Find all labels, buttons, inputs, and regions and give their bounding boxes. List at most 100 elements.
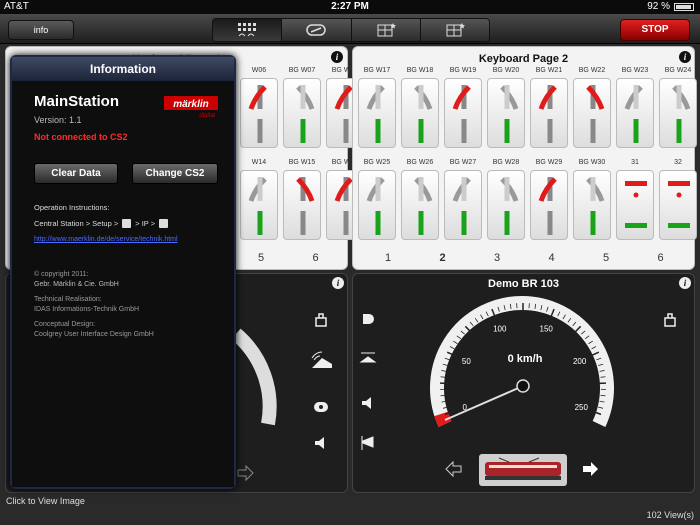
layout-edit-view-button[interactable] (420, 19, 489, 41)
crane-icon[interactable] (310, 350, 334, 370)
keyboard-key-label: BG W19 (449, 67, 477, 74)
arrow-left-icon[interactable] (445, 460, 463, 478)
toolbar: info STOP (0, 14, 700, 44)
turnout-key[interactable] (530, 170, 568, 240)
technical-company: IDAS Informations-Technik GmbH (34, 306, 140, 313)
keyboard-key-label: BG W27 (449, 159, 477, 166)
technical-label: Technical Realisation: (34, 296, 102, 303)
turnout-key[interactable] (487, 78, 525, 148)
speed-tick-label: 50 (462, 357, 471, 366)
keyboard-page-number[interactable]: 4 (527, 252, 577, 264)
keyboard-page-number[interactable]: 6 (636, 252, 686, 264)
speed-readout: 0 km/h (508, 353, 543, 365)
locomotive-panel-right: Demo BR 103 i 0 50 100 150 200 250 0 km/h (352, 273, 695, 493)
info-button[interactable]: info (8, 20, 74, 40)
copyright-company: Gebr. Märklin & Cie. GmbH (34, 281, 119, 288)
help-icon (159, 219, 169, 228)
turnout-key[interactable] (659, 78, 697, 148)
weight-icon[interactable] (661, 310, 679, 328)
app-name: MainStation (34, 93, 119, 110)
keyboard-key-label: BG W17 (363, 67, 391, 74)
app-version: Version: 1.1 (34, 115, 82, 125)
locomotive-image[interactable] (479, 454, 567, 486)
keyboard-page-number[interactable]: 5 (236, 252, 286, 264)
instructions-path-start: Central Station > Setup > (34, 219, 119, 228)
headlight-icon[interactable] (359, 310, 377, 328)
turnout-key[interactable] (283, 170, 321, 240)
keyboard-page-number[interactable]: 6 (291, 252, 341, 264)
turnout-key[interactable] (283, 78, 321, 148)
click-to-view-link[interactable]: Click to View Image (6, 496, 85, 506)
locomotive-icon (306, 24, 327, 36)
speed-tick-label: 150 (540, 325, 554, 334)
turnout-key[interactable] (573, 170, 611, 240)
connection-status: Not connected to CS2 (34, 132, 128, 142)
layout-star-icon (446, 23, 465, 37)
speed-tick (440, 376, 446, 378)
copyright-label: © copyright 2011: (34, 271, 89, 278)
turnout-key[interactable] (659, 170, 697, 240)
turnout-key[interactable] (401, 170, 439, 240)
turnout-key[interactable] (487, 170, 525, 240)
layout-view-button[interactable] (351, 19, 421, 41)
marklin-logo-icon: märklin digital (164, 96, 218, 119)
coupler-icon[interactable] (312, 398, 330, 416)
info-icon[interactable]: i (679, 51, 691, 63)
turnout-key[interactable] (358, 78, 396, 148)
speed-tick (600, 376, 606, 378)
screen: AT&T 2:27 PM 92 % info STOP Keyboard Pag… (0, 0, 700, 525)
service-link[interactable]: http://www.maerklin.de/de/service/techni… (34, 236, 178, 243)
turnout-key[interactable] (616, 170, 654, 240)
keyboard-page-number[interactable]: 3 (472, 252, 522, 264)
view-switcher (212, 18, 490, 42)
keyboard-key-label: BG W25 (363, 159, 391, 166)
arrow-right-icon[interactable] (236, 464, 254, 482)
turnout-key[interactable] (240, 78, 278, 148)
turnout-key[interactable] (444, 170, 482, 240)
keyboard-key-label: 31 (631, 159, 639, 166)
turnout-key[interactable] (401, 78, 439, 148)
turnout-key[interactable] (358, 170, 396, 240)
layout-icon (377, 23, 396, 37)
keyboard-page-number[interactable]: 5 (581, 252, 631, 264)
marklin-logo: märklin digital (164, 96, 218, 119)
weight-icon[interactable] (312, 310, 330, 328)
svg-text:digital: digital (199, 113, 215, 118)
speaker-icon[interactable] (312, 434, 330, 452)
turnout-key[interactable] (573, 78, 611, 148)
speaker-icon[interactable] (359, 394, 377, 412)
keyboard-page-number[interactable]: 2 (418, 252, 468, 264)
change-cs2-button[interactable]: Change CS2 (132, 163, 218, 184)
turnout-key[interactable] (444, 78, 482, 148)
keyboard-key-label: BG W30 (578, 159, 606, 166)
keyboard-page-number[interactable]: 1 (363, 252, 413, 264)
keyboard-page-2-panel: Keyboard Page 2 i BG W17 BG W18 BG W19 BG W… (352, 46, 697, 270)
keyboard-key-label: BG W26 (406, 159, 434, 166)
locomotive-view-button[interactable] (282, 19, 352, 41)
keyboard-view-button[interactable] (213, 19, 283, 41)
keyboard-key-label: BG W22 (578, 67, 606, 74)
status-bar: AT&T 2:27 PM 92 % (0, 0, 700, 14)
turnout-key[interactable] (240, 170, 278, 240)
view-count: 102 View(s) (646, 510, 694, 520)
turnout-key[interactable] (616, 78, 654, 148)
clear-data-button[interactable]: Clear Data (34, 163, 118, 184)
keyboard-key-label: BG W21 (535, 67, 563, 74)
keyboard-key-label: BG W07 (288, 67, 316, 74)
cab-light-icon[interactable] (359, 350, 377, 368)
instructions-path: Central Station > Setup > > IP > (34, 219, 169, 228)
popover-body: MainStation märklin digital Version: 1.1… (12, 81, 234, 487)
needle-hub (516, 379, 530, 393)
instructions-path-middle: > IP > (135, 219, 156, 228)
keyboard-key-label: 32 (674, 159, 682, 166)
speed-needle (444, 385, 524, 421)
info-icon[interactable]: i (331, 51, 343, 63)
wrench-icon (122, 219, 132, 228)
popover-title: Information (12, 57, 234, 81)
horn-icon[interactable] (359, 434, 377, 452)
arrow-right-icon[interactable] (581, 460, 599, 478)
stop-button[interactable]: STOP (620, 19, 690, 41)
keyboard-key-label: W06 (251, 67, 267, 74)
turnout-key[interactable] (530, 78, 568, 148)
keyboard-page-2-title: Keyboard Page 2 (478, 53, 569, 65)
